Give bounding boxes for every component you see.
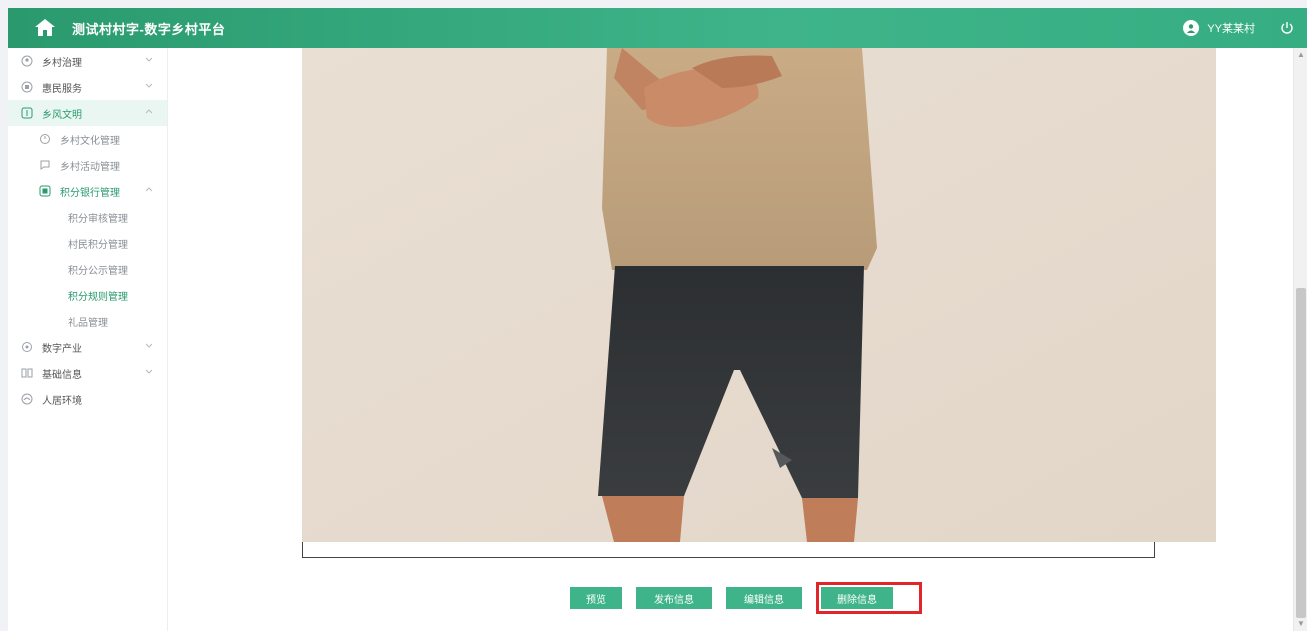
- sidebar-item-label: 乡村活动管理: [60, 161, 120, 173]
- chevron-up-icon: [145, 108, 155, 118]
- sidebar-item-governance[interactable]: 乡村治理: [8, 48, 167, 74]
- industry-icon: [20, 340, 34, 354]
- sidebar-item-label: 乡村治理: [42, 57, 82, 69]
- vertical-scrollbar[interactable]: ▲ ▼: [1293, 48, 1307, 631]
- sidebar-item-label: 积分公示管理: [68, 265, 128, 277]
- sidebar-item-basic-info[interactable]: 基础信息: [8, 360, 167, 386]
- sidebar-item-label: 数字产业: [42, 343, 82, 355]
- power-icon[interactable]: [1279, 20, 1295, 36]
- sidebar-item-label: 基础信息: [42, 369, 82, 381]
- sidebar-item-points-rules[interactable]: 积分规则管理: [8, 282, 167, 308]
- delete-button[interactable]: 删除信息: [821, 587, 893, 609]
- scroll-up-arrow-icon[interactable]: ▲: [1296, 50, 1306, 60]
- sidebar-item-label: 积分银行管理: [60, 187, 120, 199]
- scroll-down-arrow-icon[interactable]: ▼: [1296, 619, 1306, 629]
- app-title: 测试村村字-数字乡村平台: [72, 21, 226, 37]
- sidebar-item-label: 人居环境: [42, 395, 82, 407]
- sidebar-item-label: 积分审核管理: [68, 213, 128, 225]
- user-avatar-icon[interactable]: [1183, 20, 1200, 36]
- sidebar-item-points-publicity[interactable]: 积分公示管理: [8, 256, 167, 282]
- chevron-down-icon: [145, 82, 155, 92]
- chevron-down-icon: [145, 56, 155, 66]
- sidebar-item-points-bank[interactable]: 积分银行管理: [8, 178, 167, 204]
- edit-button[interactable]: 编辑信息: [726, 587, 802, 609]
- service-icon: [20, 80, 34, 94]
- app-root: 测试村村字-数字乡村平台 YY某某村 乡村治理 惠民服务 乡风文明 乡村文化管理…: [0, 0, 1307, 631]
- preview-button[interactable]: 预览: [570, 587, 622, 609]
- sidebar-item-label: 积分规则管理: [68, 291, 128, 303]
- chevron-up-icon: [145, 186, 155, 196]
- sidebar-item-label: 村民积分管理: [68, 239, 128, 251]
- scroll-thumb[interactable]: [1296, 288, 1306, 618]
- sidebar-item-label: 乡风文明: [42, 109, 82, 121]
- sidebar-item-label: 乡村文化管理: [60, 135, 120, 147]
- sidebar-item-label: 礼品管理: [68, 317, 108, 329]
- governance-icon: [20, 54, 34, 68]
- sidebar-item-activity[interactable]: 乡村活动管理: [8, 152, 167, 178]
- action-button-row: 预览 发布信息 编辑信息 删除信息: [570, 582, 922, 614]
- bank-icon: [38, 184, 52, 198]
- top-header: 测试村村字-数字乡村平台 YY某某村: [8, 8, 1307, 48]
- sidebar-item-environment[interactable]: 人居环境: [8, 386, 167, 412]
- culture-icon: [38, 132, 52, 146]
- sidebar-item-industry[interactable]: 数字产业: [8, 334, 167, 360]
- sidebar-item-points-audit[interactable]: 积分审核管理: [8, 204, 167, 230]
- chevron-down-icon: [145, 342, 155, 352]
- sidebar-item-label: 惠民服务: [42, 83, 82, 95]
- delete-button-spacer: [893, 587, 917, 609]
- sidebar-item-villager-points[interactable]: 村民积分管理: [8, 230, 167, 256]
- civilization-icon: [20, 106, 34, 120]
- sidebar-menu: 乡村治理 惠民服务 乡风文明 乡村文化管理 乡村活动管理 积分银行管理 积分审核…: [8, 48, 168, 631]
- delete-button-highlight: 删除信息: [816, 582, 922, 614]
- header-user-area: YY某某村: [1183, 20, 1295, 36]
- sidebar-item-service[interactable]: 惠民服务: [8, 74, 167, 100]
- chevron-down-icon: [145, 368, 155, 378]
- activity-icon: [38, 158, 52, 172]
- sidebar-item-civilization[interactable]: 乡风文明: [8, 100, 167, 126]
- user-name[interactable]: YY某某村: [1207, 20, 1255, 36]
- house-logo-icon: [32, 15, 58, 41]
- sidebar-item-culture[interactable]: 乡村文化管理: [8, 126, 167, 152]
- publish-button[interactable]: 发布信息: [636, 587, 712, 609]
- content-photo: [302, 48, 1216, 542]
- info-icon: [20, 366, 34, 380]
- environment-icon: [20, 392, 34, 406]
- sidebar-item-gifts[interactable]: 礼品管理: [8, 308, 167, 334]
